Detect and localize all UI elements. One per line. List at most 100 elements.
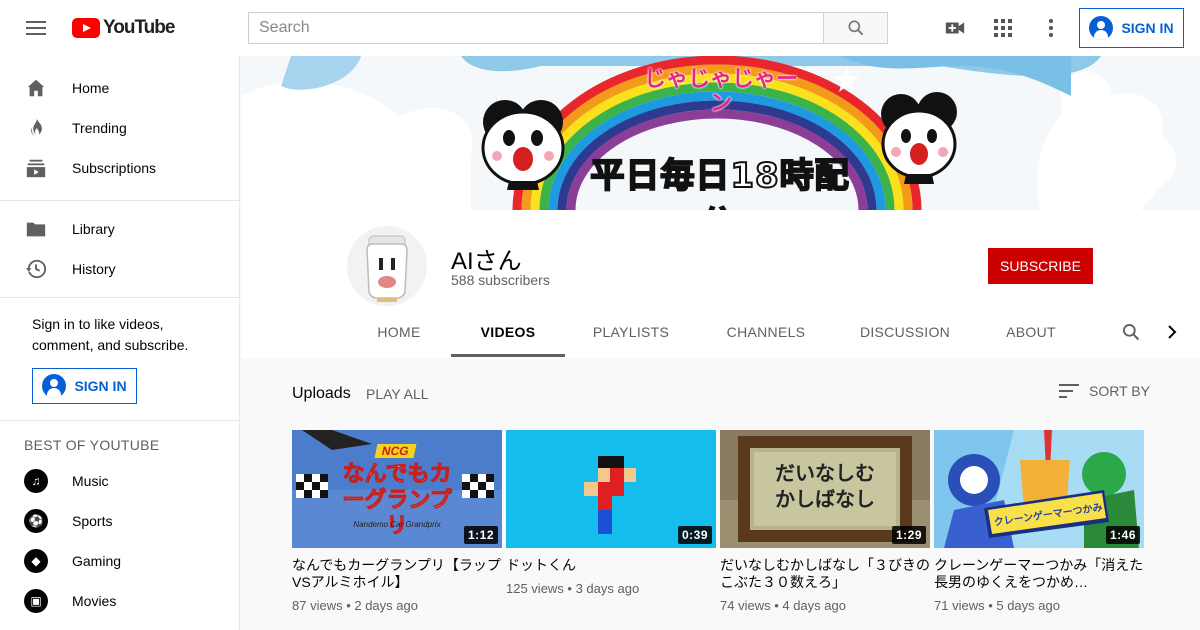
video-title[interactable]: ドットくん	[506, 557, 716, 574]
trending-icon	[24, 116, 48, 140]
subscriptions-icon	[24, 156, 48, 180]
channel-avatar[interactable]	[347, 226, 427, 306]
tab-channels[interactable]: CHANNELS	[719, 308, 813, 356]
account-icon	[42, 374, 67, 398]
uploads-heading[interactable]: Uploads	[292, 385, 351, 403]
uploads-section: Uploads PLAY ALL SORT BY NCG なんでもカーグランプリ…	[241, 358, 1200, 630]
sidebar-item-label: Subscriptions	[72, 160, 157, 176]
sidebar-item-label: History	[72, 261, 116, 277]
video-duration: 1:46	[1105, 526, 1140, 544]
youtube-play-icon	[72, 18, 100, 38]
search-icon	[848, 20, 863, 36]
video-meta: 125 views • 3 days ago	[506, 581, 640, 596]
sidebar-item-trending[interactable]: Trending	[0, 108, 240, 148]
video-views: 87 views	[292, 598, 343, 613]
channel-banner: じゃじゃじゃーン 平日毎日18時配信	[241, 56, 1200, 210]
video-title[interactable]: だいなしむかしばなし「３びきのこぶた３０数えろ」	[720, 557, 930, 591]
sidebar-item-history[interactable]: History	[0, 249, 240, 289]
video-card[interactable]: 0:39 ドットくん 125 views • 3 days ago	[506, 430, 716, 596]
video-meta: 74 views • 4 days ago	[720, 598, 846, 613]
subscriber-count: 588 subscribers	[451, 272, 550, 288]
video-duration: 0:39	[677, 526, 712, 544]
create-video-icon[interactable]	[943, 16, 967, 40]
sidebar-item-home[interactable]: Home	[0, 68, 240, 108]
channel-header: AIさん 588 subscribers SUBSCRIBE HOME VIDE…	[241, 210, 1200, 358]
thumbnail-badge: NCG	[374, 444, 417, 458]
tab-about[interactable]: ABOUT	[989, 308, 1073, 356]
play-all-button[interactable]: PLAY ALL	[366, 386, 429, 402]
video-views: 71 views	[934, 598, 985, 613]
video-age: 5 days ago	[996, 598, 1060, 613]
thumbnail-subtitle: Nandemo Car Grandprix	[353, 520, 441, 529]
sidebar-item-label: Gaming	[72, 553, 122, 569]
banner-schedule-text: 平日毎日18時配信	[589, 155, 850, 210]
tab-home[interactable]: HOME	[359, 308, 439, 356]
tab-discussion[interactable]: DISCUSSION	[853, 308, 957, 356]
sidebar-item-label: Music	[72, 473, 109, 489]
sign-in-label: SIGN IN	[74, 378, 127, 394]
video-duration: 1:12	[463, 526, 498, 544]
youtube-logo[interactable]: YouTube	[72, 17, 175, 39]
menu-icon[interactable]	[24, 16, 48, 40]
sidebar-item-movies[interactable]: ▣ Movies	[0, 581, 240, 621]
sidebar-item-label: Trending	[72, 120, 127, 136]
sign-in-label: SIGN IN	[1121, 20, 1174, 36]
video-age: 2 days ago	[354, 598, 418, 613]
video-duration: 1:29	[891, 526, 926, 544]
video-card[interactable]: NCG なんでもカーグランプリ Nandemo Car Grandprix 1:…	[292, 430, 502, 613]
sidebar-item-label: Sports	[72, 513, 113, 529]
video-title[interactable]: クレーンゲーマーつかみ「消えた長男のゆくえをつかめ…	[934, 557, 1144, 591]
search-button[interactable]	[823, 12, 888, 44]
history-icon	[24, 257, 48, 281]
video-thumbnail[interactable]: クレーンゲーマーつかみ 1:46	[934, 430, 1144, 548]
gaming-icon: ◆	[24, 549, 48, 573]
chevron-right-icon[interactable]	[1160, 320, 1184, 344]
video-views: 125 views	[506, 581, 564, 596]
video-card[interactable]: だいなしむかしばなし 1:29 だいなしむかしばなし「３びきのこぶた３０数えろ」…	[720, 430, 930, 613]
sign-in-prompt: Sign in to like videos, comment, and sub…	[32, 316, 189, 353]
sidebar-divider	[0, 297, 240, 298]
sidebar-item-label: Home	[72, 80, 110, 96]
channel-search-icon[interactable]	[1119, 320, 1143, 344]
sort-by-button[interactable]: SORT BY	[1059, 383, 1150, 399]
video-age: 4 days ago	[782, 598, 846, 613]
video-thumbnail[interactable]: 0:39	[506, 430, 716, 548]
video-meta: 87 views • 2 days ago	[292, 598, 418, 613]
thumbnail-title: だいなしむかしばなし	[775, 461, 875, 511]
sort-icon	[1059, 384, 1079, 398]
masthead: YouTube Search SIGN IN	[0, 0, 1200, 56]
subscribe-button[interactable]: SUBSCRIBE	[988, 248, 1093, 284]
video-age: 3 days ago	[575, 581, 640, 596]
best-of-youtube-heading: BEST OF YOUTUBE	[24, 437, 160, 453]
search-input[interactable]: Search	[248, 12, 824, 44]
home-icon	[24, 76, 48, 100]
library-icon	[24, 217, 48, 241]
sidebar-item-gaming[interactable]: ◆ Gaming	[0, 541, 240, 581]
sign-in-button[interactable]: SIGN IN	[1079, 8, 1184, 48]
sidebar-item-label: Movies	[72, 593, 117, 609]
tab-playlists[interactable]: PLAYLISTS	[581, 308, 681, 356]
sidebar-item-sports[interactable]: ⚽ Sports	[0, 501, 240, 541]
sidebar-item-library[interactable]: Library	[0, 209, 240, 249]
video-thumbnail[interactable]: NCG なんでもカーグランプリ Nandemo Car Grandprix 1:…	[292, 430, 502, 548]
banner-logo-text: じゃじゃじゃーン	[643, 67, 798, 116]
sidebar-divider	[0, 200, 240, 201]
video-card[interactable]: クレーンゲーマーつかみ 1:46 クレーンゲーマーつかみ「消えた長男のゆくえをつ…	[934, 430, 1144, 613]
video-title[interactable]: なんでもカーグランプリ【ラップVSアルミホイル】	[292, 557, 502, 591]
sidebar-item-subscriptions[interactable]: Subscriptions	[0, 148, 240, 188]
more-vert-icon[interactable]	[1039, 16, 1063, 40]
video-views: 74 views	[720, 598, 771, 613]
sort-by-label: SORT BY	[1089, 383, 1150, 399]
channel-name: AIさん	[451, 248, 522, 275]
music-icon: ♫	[24, 469, 48, 493]
sidebar-item-music[interactable]: ♫ Music	[0, 461, 240, 501]
video-meta: 71 views • 5 days ago	[934, 598, 1060, 613]
sports-icon: ⚽	[24, 509, 48, 533]
sidebar-item-label: Library	[72, 221, 115, 237]
apps-grid-icon[interactable]	[991, 16, 1015, 40]
tab-videos[interactable]: VIDEOS	[451, 308, 565, 357]
account-icon	[1089, 16, 1114, 40]
sidebar: Home Trending Subscriptions Library Hist…	[0, 56, 240, 630]
video-thumbnail[interactable]: だいなしむかしばなし 1:29	[720, 430, 930, 548]
sidebar-sign-in-button[interactable]: SIGN IN	[32, 368, 137, 404]
